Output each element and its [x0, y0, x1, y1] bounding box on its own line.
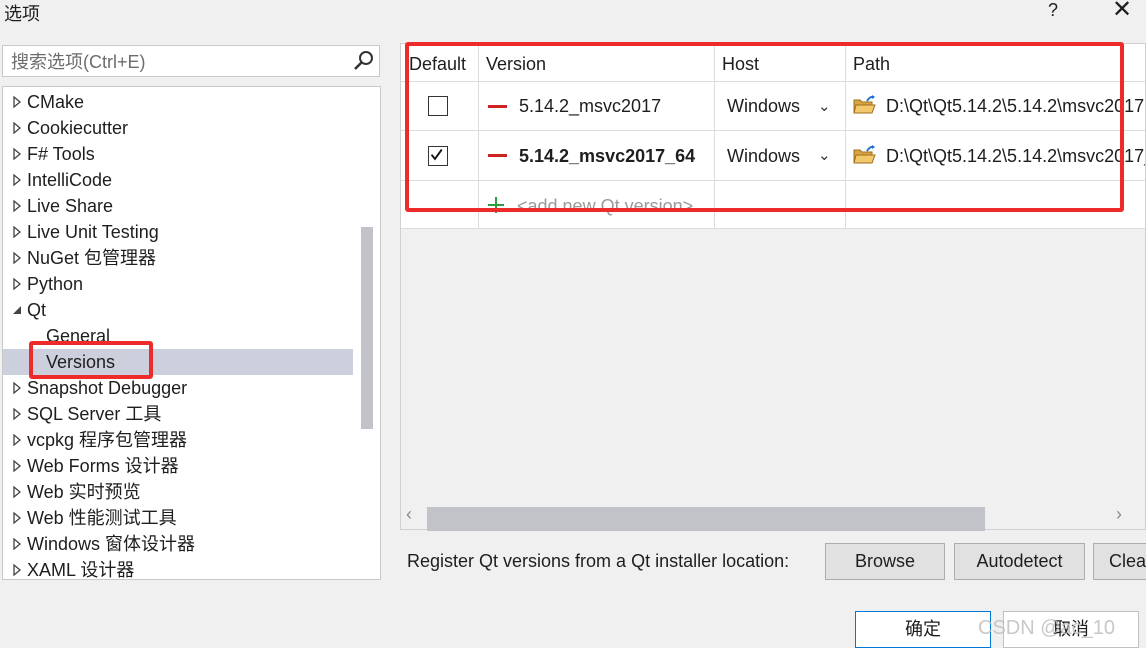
- search-input[interactable]: [9, 50, 343, 74]
- tree-item-web-perf-test[interactable]: Web 性能测试工具: [3, 505, 353, 531]
- expand-arrow-icon[interactable]: [10, 245, 24, 271]
- tree-item-label: NuGet 包管理器: [27, 248, 157, 268]
- expand-arrow-icon[interactable]: [10, 401, 24, 427]
- dialog-title: 选项: [4, 4, 40, 24]
- tree-item-label: Web Forms 设计器: [27, 456, 179, 476]
- tree-item-label: Cookiecutter: [27, 118, 129, 138]
- close-button[interactable]: ✕: [1112, 0, 1132, 22]
- tree-item-label: IntelliCode: [27, 170, 113, 190]
- expand-arrow-icon[interactable]: [10, 427, 24, 453]
- tree-item-label: CMake: [27, 92, 85, 112]
- tree-item-live-unit-testing[interactable]: Live Unit Testing: [3, 219, 353, 245]
- tree-item-label: Python: [27, 274, 84, 294]
- tree-item-sql-server[interactable]: SQL Server 工具: [3, 401, 353, 427]
- scroll-right-icon[interactable]: ›: [1116, 504, 1122, 525]
- tree-item-intellicode[interactable]: IntelliCode: [3, 167, 353, 193]
- tree-item-label: Live Unit Testing: [27, 222, 159, 242]
- tree-item-label: Qt: [27, 300, 47, 320]
- expand-arrow-icon[interactable]: [10, 193, 24, 219]
- search-icon[interactable]: [351, 48, 377, 74]
- tree-item-xaml[interactable]: XAML 设计器: [3, 557, 353, 580]
- register-label: Register Qt versions from a Qt installer…: [407, 551, 790, 571]
- tree-item-label: Live Share: [27, 196, 114, 216]
- annotation-highlight-grid: [405, 42, 1124, 212]
- clear-button[interactable]: Clear: [1093, 543, 1146, 580]
- tree-item-label: SQL Server 工具: [27, 404, 162, 424]
- tree-item-label: Web 性能测试工具: [27, 508, 177, 528]
- tree-item-web-forms[interactable]: Web Forms 设计器: [3, 453, 353, 479]
- tree-item-vcpkg[interactable]: vcpkg 程序包管理器: [3, 427, 353, 453]
- tree-item-fsharp-tools[interactable]: F# Tools: [3, 141, 353, 167]
- search-box[interactable]: [2, 45, 380, 77]
- expand-arrow-icon[interactable]: [10, 115, 24, 141]
- expand-arrow-icon[interactable]: [10, 89, 24, 115]
- tree-item-nuget[interactable]: NuGet 包管理器: [3, 245, 353, 271]
- tree-scrollbar[interactable]: [361, 227, 373, 429]
- tree-item-qt[interactable]: Qt: [3, 297, 353, 323]
- expand-arrow-icon[interactable]: [10, 167, 24, 193]
- tree-item-live-share[interactable]: Live Share: [3, 193, 353, 219]
- tree-item-label: Web 实时预览: [27, 482, 141, 502]
- expand-arrow-icon[interactable]: [10, 479, 24, 505]
- options-tree[interactable]: CMake Cookiecutter F# Tools IntelliCode …: [2, 86, 381, 580]
- expand-arrow-icon[interactable]: [10, 453, 24, 479]
- expand-arrow-icon[interactable]: [10, 219, 24, 245]
- scroll-left-icon[interactable]: ‹: [406, 504, 412, 525]
- annotation-highlight-versions: [29, 341, 153, 379]
- tree-item-label: vcpkg 程序包管理器: [27, 430, 188, 450]
- horizontal-scrollbar-thumb[interactable]: [427, 507, 985, 531]
- tree-item-python[interactable]: Python: [3, 271, 353, 297]
- expand-arrow-icon[interactable]: [10, 557, 24, 580]
- tree-item-windows-forms[interactable]: Windows 窗体设计器: [3, 531, 353, 557]
- expand-arrow-icon[interactable]: [10, 141, 24, 167]
- tree-item-web-live-preview[interactable]: Web 实时预览: [3, 479, 353, 505]
- watermark: CSDN @ac_10: [978, 617, 1116, 639]
- tree-item-label: XAML 设计器: [27, 560, 135, 580]
- browse-button[interactable]: Browse: [825, 543, 945, 580]
- expand-arrow-icon[interactable]: [10, 531, 24, 557]
- tree-item-cmake[interactable]: CMake: [3, 89, 353, 115]
- help-button[interactable]: ?: [1048, 0, 1058, 21]
- tree-item-label: F# Tools: [27, 144, 95, 164]
- expand-arrow-icon[interactable]: [10, 375, 24, 401]
- expand-arrow-icon[interactable]: [10, 271, 24, 297]
- expand-arrow-icon[interactable]: [10, 505, 24, 531]
- autodetect-button[interactable]: Autodetect: [954, 543, 1085, 580]
- collapse-arrow-icon[interactable]: [10, 297, 24, 323]
- tree-item-label: Windows 窗体设计器: [27, 534, 196, 554]
- ok-button[interactable]: 确定: [855, 611, 991, 648]
- tree-item-cookiecutter[interactable]: Cookiecutter: [3, 115, 353, 141]
